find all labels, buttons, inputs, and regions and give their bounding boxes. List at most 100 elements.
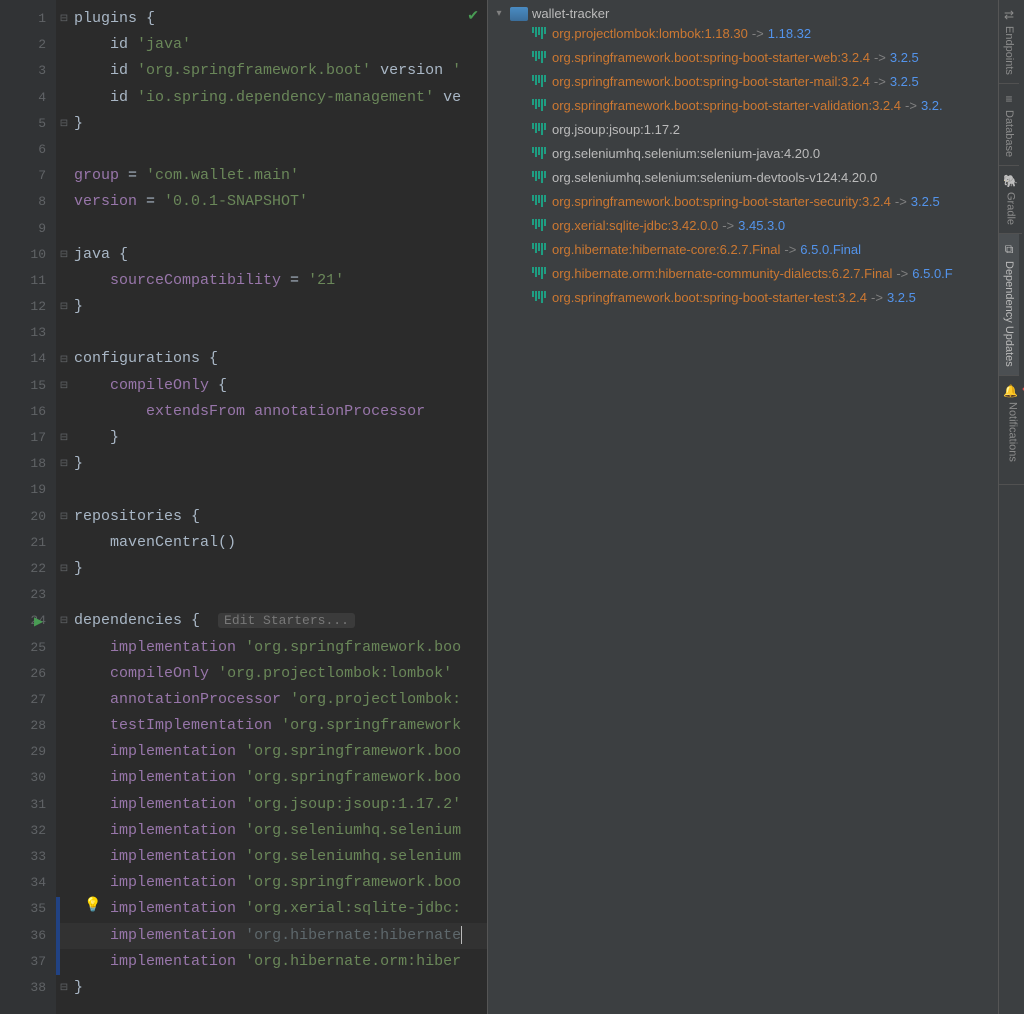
toolwindow-dependency-updates[interactable]: ⧉Dependency Updates (999, 234, 1019, 376)
project-tree-root[interactable]: ▾ wallet-tracker (492, 6, 994, 21)
line-number[interactable]: 5 (0, 111, 56, 137)
fold-marker[interactable] (56, 582, 72, 608)
code-line[interactable]: } (74, 294, 487, 320)
dependency-row[interactable]: org.springframework.boot:spring-boot-sta… (492, 69, 994, 93)
line-number[interactable]: 17 (0, 425, 56, 451)
dependency-row[interactable]: org.hibernate:hibernate-core:6.2.7.Final… (492, 237, 994, 261)
fold-marker[interactable] (56, 818, 72, 844)
toolwindow-notifications[interactable]: 🔔●Notifications (999, 376, 1024, 485)
fold-marker[interactable] (56, 765, 72, 791)
code-line[interactable]: implementation 'org.springframework.boo (74, 765, 487, 791)
line-number[interactable]: 30 (0, 765, 56, 791)
fold-marker[interactable] (56, 687, 72, 713)
line-number[interactable]: 26 (0, 661, 56, 687)
fold-marker[interactable] (56, 896, 72, 922)
fold-marker[interactable] (56, 137, 72, 163)
line-number[interactable]: 29 (0, 739, 56, 765)
line-number[interactable]: 9 (0, 216, 56, 242)
code-line[interactable]: implementation 'org.hibernate.orm:hiber (74, 949, 487, 975)
code-line[interactable]: implementation 'org.springframework.boo (74, 739, 487, 765)
line-number[interactable]: 23 (0, 582, 56, 608)
code-area[interactable]: plugins { id 'java' id 'org.springframew… (74, 6, 487, 1001)
code-line[interactable]: implementation 'org.springframework.boo (74, 870, 487, 896)
code-line[interactable]: compileOnly { (74, 373, 487, 399)
code-line[interactable] (74, 216, 487, 242)
code-line[interactable]: id 'io.spring.dependency-management' ve (74, 85, 487, 111)
code-line[interactable]: implementation 'org.xerial:sqlite-jdbc: (74, 896, 487, 922)
dependency-row[interactable]: org.hibernate.orm:hibernate-community-di… (492, 261, 994, 285)
code-line[interactable] (74, 582, 487, 608)
dependency-row[interactable]: org.seleniumhq.selenium:selenium-devtool… (492, 165, 994, 189)
code-line[interactable] (74, 320, 487, 346)
line-number[interactable]: 31 (0, 792, 56, 818)
toolwindow-endpoints[interactable]: ⇄Endpoints (999, 0, 1019, 84)
line-number[interactable]: 25 (0, 635, 56, 661)
fold-marker[interactable]: ⊟ (56, 6, 72, 32)
fold-marker[interactable]: ⊟ (56, 373, 72, 399)
code-line[interactable]: implementation 'org.seleniumhq.selenium (74, 844, 487, 870)
line-number[interactable]: 11 (0, 268, 56, 294)
fold-marker[interactable] (56, 58, 72, 84)
fold-marker[interactable] (56, 844, 72, 870)
fold-marker[interactable]: ⊟ (56, 608, 72, 634)
line-number[interactable]: 35 (0, 896, 56, 922)
line-number[interactable]: 13 (0, 320, 56, 346)
dependency-row[interactable]: org.jsoup:jsoup:1.17.2 (492, 117, 994, 141)
line-number[interactable]: 18 (0, 451, 56, 477)
code-line[interactable]: annotationProcessor 'org.projectlombok: (74, 687, 487, 713)
code-line[interactable]: repositories { (74, 504, 487, 530)
fold-marker[interactable] (56, 189, 72, 215)
line-number[interactable]: 3 (0, 58, 56, 84)
code-line[interactable]: implementation 'org.springframework.boo (74, 635, 487, 661)
dependency-row[interactable]: org.springframework.boot:spring-boot-sta… (492, 285, 994, 309)
line-number[interactable]: 19 (0, 477, 56, 503)
fold-marker[interactable]: ⊟ (56, 242, 72, 268)
toolwindow-gradle[interactable]: 🐘Gradle (999, 166, 1022, 234)
line-number[interactable]: 38 (0, 975, 56, 1001)
line-number-gutter[interactable]: 1234567891011121314151617181920212223242… (0, 0, 56, 1014)
fold-marker[interactable] (56, 268, 72, 294)
code-line[interactable] (74, 137, 487, 163)
code-line[interactable]: } (74, 451, 487, 477)
fold-marker[interactable] (56, 477, 72, 503)
line-number[interactable]: 33 (0, 844, 56, 870)
line-number[interactable]: 4 (0, 85, 56, 111)
line-number[interactable]: 28 (0, 713, 56, 739)
code-editor[interactable]: 1234567891011121314151617181920212223242… (0, 0, 487, 1014)
chevron-down-icon[interactable]: ▾ (492, 8, 506, 19)
fold-marker[interactable] (56, 739, 72, 765)
dependency-row[interactable]: org.springframework.boot:spring-boot-sta… (492, 93, 994, 117)
line-number[interactable]: 22 (0, 556, 56, 582)
code-line[interactable]: } (74, 975, 487, 1001)
fold-marker[interactable] (56, 32, 72, 58)
line-number[interactable]: 37 (0, 949, 56, 975)
toolwindow-database[interactable]: ≡Database (999, 84, 1019, 166)
code-line[interactable]: implementation 'org.seleniumhq.selenium (74, 818, 487, 844)
dependency-row[interactable]: org.seleniumhq.selenium:selenium-java:4.… (492, 141, 994, 165)
line-number[interactable]: 32 (0, 818, 56, 844)
line-number[interactable]: 8 (0, 189, 56, 215)
fold-marker[interactable] (56, 530, 72, 556)
line-number[interactable]: 16 (0, 399, 56, 425)
line-number[interactable]: 7 (0, 163, 56, 189)
fold-marker[interactable]: ⊟ (56, 111, 72, 137)
fold-marker[interactable] (56, 399, 72, 425)
line-number[interactable]: 6 (0, 137, 56, 163)
fold-marker[interactable] (56, 85, 72, 111)
code-line[interactable]: group = 'com.wallet.main' (74, 163, 487, 189)
line-number[interactable]: 21 (0, 530, 56, 556)
code-line[interactable]: configurations { (74, 346, 487, 372)
dependency-row[interactable]: org.springframework.boot:spring-boot-sta… (492, 45, 994, 69)
fold-marker[interactable]: ⊟ (56, 504, 72, 530)
code-line[interactable]: implementation 'org.jsoup:jsoup:1.17.2' (74, 792, 487, 818)
dependency-updates-panel[interactable]: ▾ wallet-tracker org.projectlombok:lombo… (487, 0, 998, 1014)
line-number[interactable]: 36 (0, 923, 56, 949)
fold-marker[interactable]: ⊟ (56, 556, 72, 582)
code-line[interactable]: sourceCompatibility = '21' (74, 268, 487, 294)
fold-marker[interactable] (56, 661, 72, 687)
right-tool-window-bar[interactable]: ⇄Endpoints≡Database🐘Gradle⧉Dependency Up… (998, 0, 1024, 1014)
code-line[interactable]: testImplementation 'org.springframework (74, 713, 487, 739)
line-number[interactable]: 14 (0, 346, 56, 372)
code-line[interactable]: compileOnly 'org.projectlombok:lombok' (74, 661, 487, 687)
fold-marker[interactable] (56, 792, 72, 818)
